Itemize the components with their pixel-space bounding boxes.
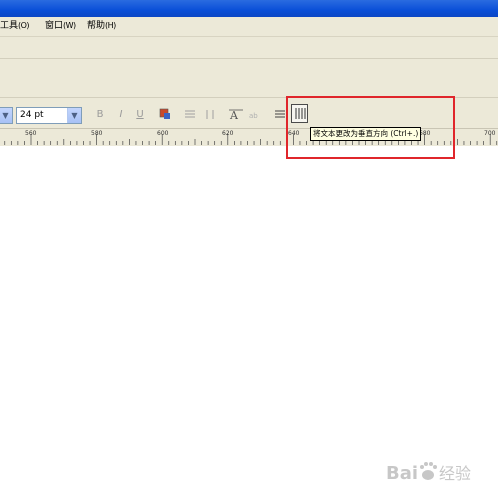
window-title-bar bbox=[0, 0, 498, 17]
svg-text:经验: 经验 bbox=[439, 464, 471, 483]
standard-toolbar bbox=[0, 37, 498, 59]
font-size-value: 24 pt bbox=[20, 110, 44, 120]
underline-icon[interactable]: U bbox=[133, 108, 147, 121]
fill-color-icon[interactable] bbox=[158, 108, 172, 121]
drawing-canvas[interactable] bbox=[0, 146, 498, 500]
ruler-label: 600 bbox=[157, 130, 169, 137]
ruler-label: 580 bbox=[91, 130, 103, 137]
bullet-list-icon[interactable] bbox=[183, 108, 197, 121]
edit-text-icon[interactable]: ab bbox=[248, 108, 262, 121]
chevron-down-icon[interactable]: ▼ bbox=[67, 108, 81, 123]
annotation-highlight-box bbox=[286, 96, 455, 159]
font-size-combo[interactable]: 24 pt ▼ bbox=[16, 107, 82, 124]
chevron-down-icon[interactable]: ▼ bbox=[0, 108, 12, 123]
font-name-combo[interactable]: ▼ bbox=[0, 107, 13, 124]
svg-text:Bai: Bai bbox=[386, 463, 418, 484]
character-format-icon[interactable]: A bbox=[229, 108, 243, 122]
baidu-jingyan-watermark: Bai 经验 bbox=[384, 455, 494, 491]
horizontal-text-icon[interactable] bbox=[273, 108, 287, 121]
menu-tools-accel: (O) bbox=[18, 21, 30, 30]
columns-icon[interactable] bbox=[203, 108, 217, 121]
ruler-label: 700 bbox=[484, 130, 496, 137]
menu-tools-label: 工具 bbox=[0, 21, 19, 31]
menu-help[interactable]: 帮助(H) bbox=[87, 20, 116, 32]
svg-text:A: A bbox=[229, 109, 239, 121]
menu-bar: 工具(O) 窗口(W) 帮助(H) bbox=[0, 17, 498, 37]
ruler-label: 560 bbox=[25, 130, 37, 137]
italic-icon[interactable]: I bbox=[114, 108, 128, 121]
ruler-label: 620 bbox=[222, 130, 234, 137]
bold-icon[interactable]: B bbox=[93, 108, 107, 121]
secondary-toolbar bbox=[0, 59, 498, 98]
menu-tools[interactable]: 工具(O) bbox=[0, 20, 30, 32]
menu-help-accel: (H) bbox=[105, 21, 116, 30]
menu-window-label: 窗口 bbox=[45, 21, 64, 31]
svg-text:ab: ab bbox=[249, 112, 258, 120]
menu-window-accel: (W) bbox=[63, 21, 76, 30]
menu-window[interactable]: 窗口(W) bbox=[45, 20, 76, 32]
menu-help-label: 帮助 bbox=[87, 21, 106, 31]
